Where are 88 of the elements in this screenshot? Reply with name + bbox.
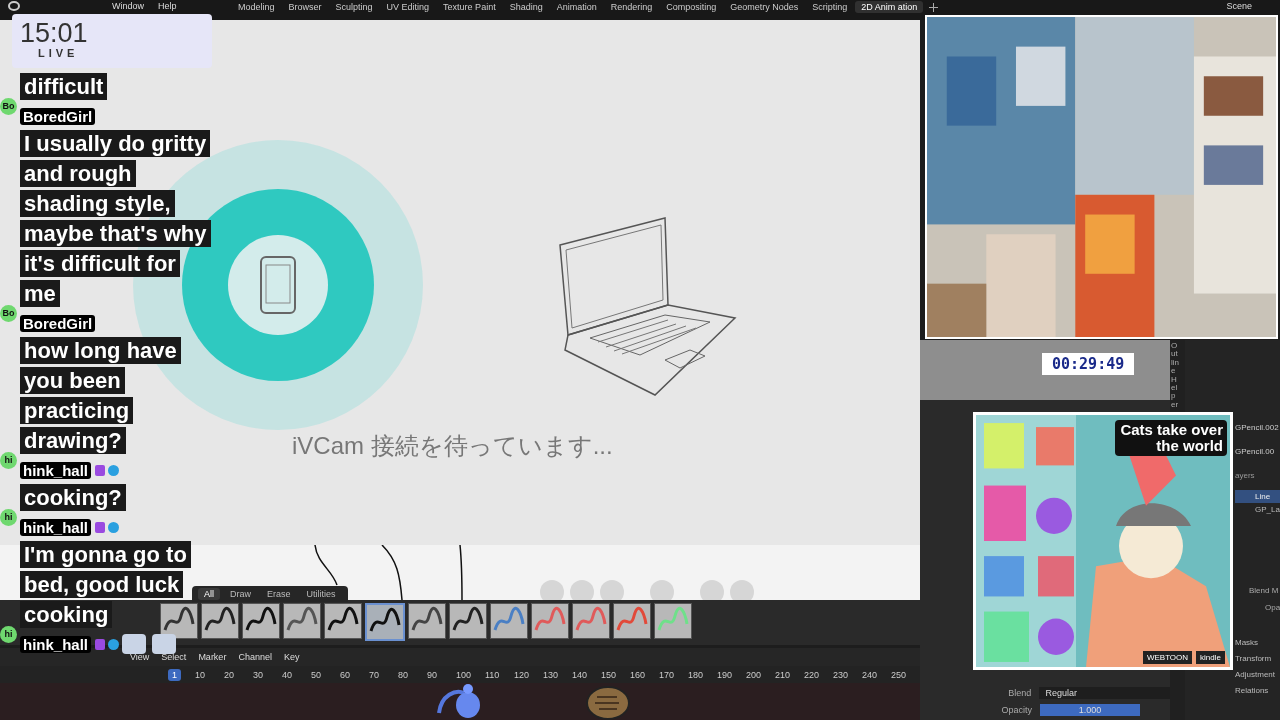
brush-preset[interactable] xyxy=(242,603,280,639)
chat-message: difficult xyxy=(20,72,210,102)
workspace-tab[interactable]: Animation xyxy=(550,1,603,13)
stream-timer: 00:29:49 xyxy=(1042,353,1135,375)
frame-number: 40 xyxy=(282,669,294,680)
frame-number: 110 xyxy=(485,669,501,680)
object-name[interactable]: GPencil.002 xyxy=(1235,423,1279,432)
timeline-menu[interactable]: Channel xyxy=(238,652,272,662)
workspace-tab[interactable]: Compositing xyxy=(660,1,723,13)
timeline-menu[interactable]: View xyxy=(130,652,150,662)
workspace-tab[interactable]: UV Editing xyxy=(380,1,436,13)
frame-number: 70 xyxy=(369,669,381,680)
frame-number: 80 xyxy=(398,669,410,680)
frame-number: 90 xyxy=(427,669,439,680)
workspace-tab[interactable]: Shading xyxy=(503,1,549,13)
panel-section[interactable]: Relations xyxy=(1235,686,1269,695)
panel-section[interactable]: Transform xyxy=(1235,654,1272,663)
live-label: LIVE xyxy=(37,47,80,59)
field-label: Opacity xyxy=(1000,704,1032,715)
chat-username: BoredGirl xyxy=(20,108,96,125)
frame-number: 100 xyxy=(456,669,473,680)
workspace-tab[interactable]: Browser xyxy=(282,1,328,13)
frame-number: 60 xyxy=(340,669,352,680)
current-frame[interactable]: 1 xyxy=(168,668,181,681)
panel-section[interactable]: Masks xyxy=(1235,638,1259,647)
brush-preset[interactable] xyxy=(160,603,198,639)
chat-username: hink_hall xyxy=(20,636,92,653)
frame-number: 250 xyxy=(891,669,908,680)
brush-preset[interactable] xyxy=(201,603,239,639)
connection-message: iVCam 接続を待っています... xyxy=(292,431,613,461)
field-label: Blend M xyxy=(1249,586,1279,595)
workspace-tab[interactable]: Texture Paint xyxy=(437,1,502,13)
workspace-tab[interactable]: Modeling xyxy=(232,1,281,13)
frame-number: 150 xyxy=(601,669,618,680)
frame-number: 240 xyxy=(862,669,879,680)
brush-tab[interactable]: Erase xyxy=(261,588,297,600)
blend-dropdown[interactable]: Regular xyxy=(1039,686,1170,699)
blender-logo-icon[interactable] xyxy=(8,1,20,11)
frame-number: 170 xyxy=(659,669,676,680)
workspace-tab[interactable]: Rendering xyxy=(604,1,659,13)
layer-item[interactable]: GP_La xyxy=(1235,503,1280,516)
timeline-menu[interactable]: Select xyxy=(161,652,187,662)
brush-preset[interactable] xyxy=(365,603,405,641)
opacity-slider[interactable]: 1.000 xyxy=(1040,703,1140,716)
scene-selector[interactable]: Scene xyxy=(1226,1,1252,11)
brush-preset[interactable] xyxy=(449,603,487,639)
frame-number: 210 xyxy=(775,669,792,680)
brush-tab[interactable]: Draw xyxy=(224,588,258,600)
section-label: ayers xyxy=(1235,471,1255,480)
chat-username: BoredGirl xyxy=(20,315,96,332)
frame-number: 20 xyxy=(224,669,236,680)
side-tab[interactable]: Outline Helper xyxy=(1171,342,1179,410)
timeline-menu[interactable]: Key xyxy=(283,652,300,662)
field-label: Opa xyxy=(1265,603,1280,612)
menu-item[interactable]: Window xyxy=(112,1,144,11)
brush-tab[interactable]: All xyxy=(198,588,220,600)
field-label: Blend xyxy=(1007,687,1032,698)
frame-number: 200 xyxy=(746,669,763,680)
layer-item[interactable]: Line xyxy=(1235,490,1280,503)
clock-time: 15:01 xyxy=(20,20,89,47)
menu-item[interactable]: Help xyxy=(158,1,177,11)
timeline-menu[interactable]: Marker xyxy=(198,652,227,662)
frame-number: 180 xyxy=(688,669,705,680)
frame-number: 220 xyxy=(804,669,821,680)
object-name[interactable]: GPencil.00 xyxy=(1235,447,1275,456)
brush-preset[interactable] xyxy=(324,603,362,639)
workspace-tab[interactable]: 2D Anim ation xyxy=(855,1,924,13)
store-badge: kindle xyxy=(1196,651,1225,664)
workspace-tab[interactable]: Geometry Nodes xyxy=(724,1,805,13)
brush-preset[interactable] xyxy=(654,603,692,639)
frame-number: 50 xyxy=(311,669,323,680)
store-badge: WEBTOON xyxy=(1142,651,1193,664)
brush-tab[interactable]: Utilities xyxy=(300,588,342,600)
panel-section[interactable]: Adjustment xyxy=(1235,670,1276,679)
frame-number: 120 xyxy=(514,669,531,680)
frame-number: 160 xyxy=(630,669,647,680)
chat-username: hink_hall xyxy=(20,462,92,479)
frame-number: 30 xyxy=(253,669,265,680)
frame-number: 190 xyxy=(717,669,734,680)
brush-preset[interactable] xyxy=(408,603,446,639)
frame-number: 130 xyxy=(543,669,560,680)
frame-number: 140 xyxy=(572,669,589,680)
frame-number: 230 xyxy=(833,669,850,680)
workspace-tab[interactable]: Sculpting xyxy=(329,1,379,13)
workspace-tab[interactable]: Scripting xyxy=(806,1,854,13)
chat-username: hink_hall xyxy=(20,519,92,536)
frame-number: 10 xyxy=(195,669,207,680)
poster-headline: Cats take over the world xyxy=(1115,420,1227,456)
